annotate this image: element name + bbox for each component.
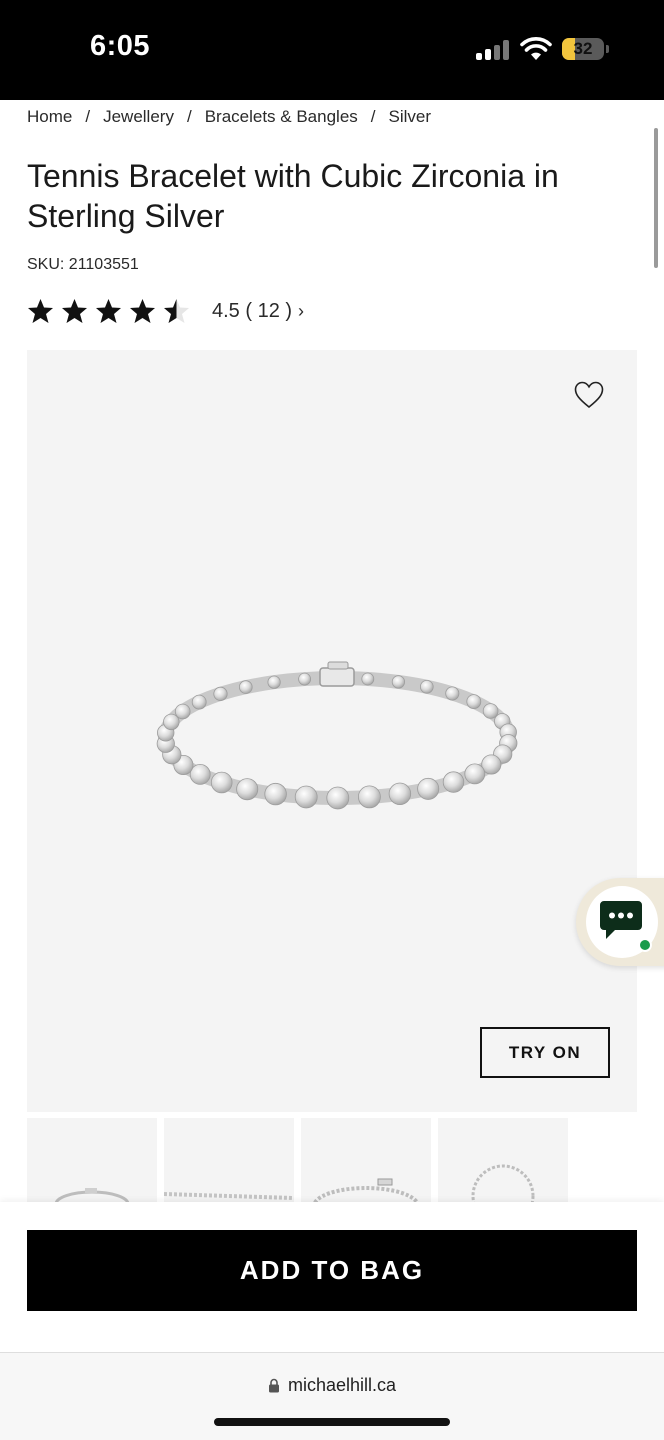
thumbnail-strip: [27, 1118, 637, 1204]
bracelet-clasp: [319, 667, 355, 687]
thumbnail-bracelet-image: [164, 1192, 294, 1200]
try-on-button[interactable]: TRY ON: [480, 1027, 610, 1078]
star-filled-icon: [28, 299, 53, 323]
thumbnail-bracelet-image: [471, 1164, 535, 1204]
bracelet-stone: [236, 778, 259, 801]
bracelet-image: [156, 661, 518, 810]
star-filled-icon: [130, 299, 155, 323]
breadcrumb-separator: /: [85, 107, 91, 126]
status-bar: 6:05 32: [0, 0, 664, 100]
bracelet-stone: [210, 771, 233, 794]
bracelet-stone: [191, 694, 207, 710]
url-text: michaelhill.ca: [287, 1375, 397, 1395]
breadcrumb-link-home[interactable]: Home: [27, 107, 72, 126]
status-time: 6:05: [90, 30, 151, 62]
browser-address-bar[interactable]: michaelhill.ca: [0, 1352, 664, 1440]
rating-link[interactable]: 4.5 ( 12 ) ›: [212, 300, 304, 323]
online-status-dot: [638, 938, 652, 952]
thumbnail-bracelet-image: [54, 1188, 130, 1204]
thumbnail-4[interactable]: [438, 1118, 568, 1204]
rating-stars: [27, 298, 190, 324]
chevron-right-icon: ›: [298, 300, 305, 321]
thumbnail-2[interactable]: [164, 1118, 294, 1204]
home-indicator[interactable]: [214, 1418, 450, 1426]
heart-outline-icon[interactable]: [573, 380, 605, 410]
bracelet-stone: [267, 675, 281, 689]
bracelet-stone: [388, 782, 412, 806]
thumbnail-3[interactable]: [301, 1118, 431, 1204]
rating-value-count: 4.5 ( 12 ): [212, 299, 293, 322]
bracelet-stone: [213, 686, 228, 702]
bracelet-stone: [326, 786, 350, 810]
breadcrumb-link-bracelets-bangles[interactable]: Bracelets & Bangles: [205, 107, 358, 126]
bracelet-stone: [419, 679, 434, 694]
battery-percent: 32: [573, 39, 593, 58]
bracelet-stone: [482, 703, 499, 719]
bracelet-stone: [442, 771, 465, 793]
breadcrumb-link-silver[interactable]: Silver: [389, 107, 432, 126]
thumbnail-1[interactable]: [27, 1118, 157, 1204]
breadcrumb-separator: /: [186, 107, 192, 126]
bracelet-stone: [294, 785, 318, 809]
bracelet-stone: [466, 694, 482, 709]
bracelet-stone: [357, 785, 381, 809]
bracelet-stone: [239, 680, 253, 694]
breadcrumb: Home / Jewellery / Bracelets & Bangles / Silve…: [27, 107, 431, 127]
product-title: Tennis Bracelet with Cubic Zirconia in S…: [27, 158, 559, 234]
product-image-main[interactable]: TRY ON: [27, 350, 637, 1112]
chat-widget[interactable]: [576, 878, 664, 966]
scrollbar[interactable]: [654, 128, 658, 268]
battery-nub: [606, 45, 609, 53]
star-filled-icon: [96, 299, 121, 323]
thumbnail-bracelet-image: [312, 1178, 420, 1204]
product-sku: SKU: 21103551: [27, 256, 139, 273]
cellular-signal-icon: [476, 40, 510, 60]
battery-icon: 32: [562, 38, 604, 60]
breadcrumb-separator: /: [370, 107, 376, 126]
rating-summary[interactable]: 4.5 ( 12 ) ›: [27, 296, 304, 326]
bracelet-stone: [464, 763, 486, 785]
bracelet-stone: [445, 686, 460, 701]
bracelet-stone: [174, 703, 191, 720]
star-filled-icon: [62, 299, 87, 323]
bracelet-stone: [298, 672, 312, 686]
bracelet-stone: [417, 777, 440, 800]
wifi-icon: [520, 37, 552, 60]
bracelet-stone: [391, 675, 405, 689]
bracelet-stone: [189, 764, 211, 785]
lock-icon: [268, 1378, 279, 1393]
url-display[interactable]: michaelhill.ca: [0, 1375, 664, 1396]
bracelet-stone: [361, 672, 375, 686]
bracelet-stone: [264, 782, 287, 806]
add-to-bag-button[interactable]: ADD TO BAG: [27, 1230, 637, 1311]
breadcrumb-link-jewellery[interactable]: Jewellery: [103, 107, 174, 126]
chat-bubble-icon: [600, 901, 642, 939]
sticky-cart-bar: ADD TO BAG: [0, 1202, 664, 1352]
star-half-icon: [164, 299, 189, 323]
bracelet-clasp-latch: [327, 661, 349, 670]
